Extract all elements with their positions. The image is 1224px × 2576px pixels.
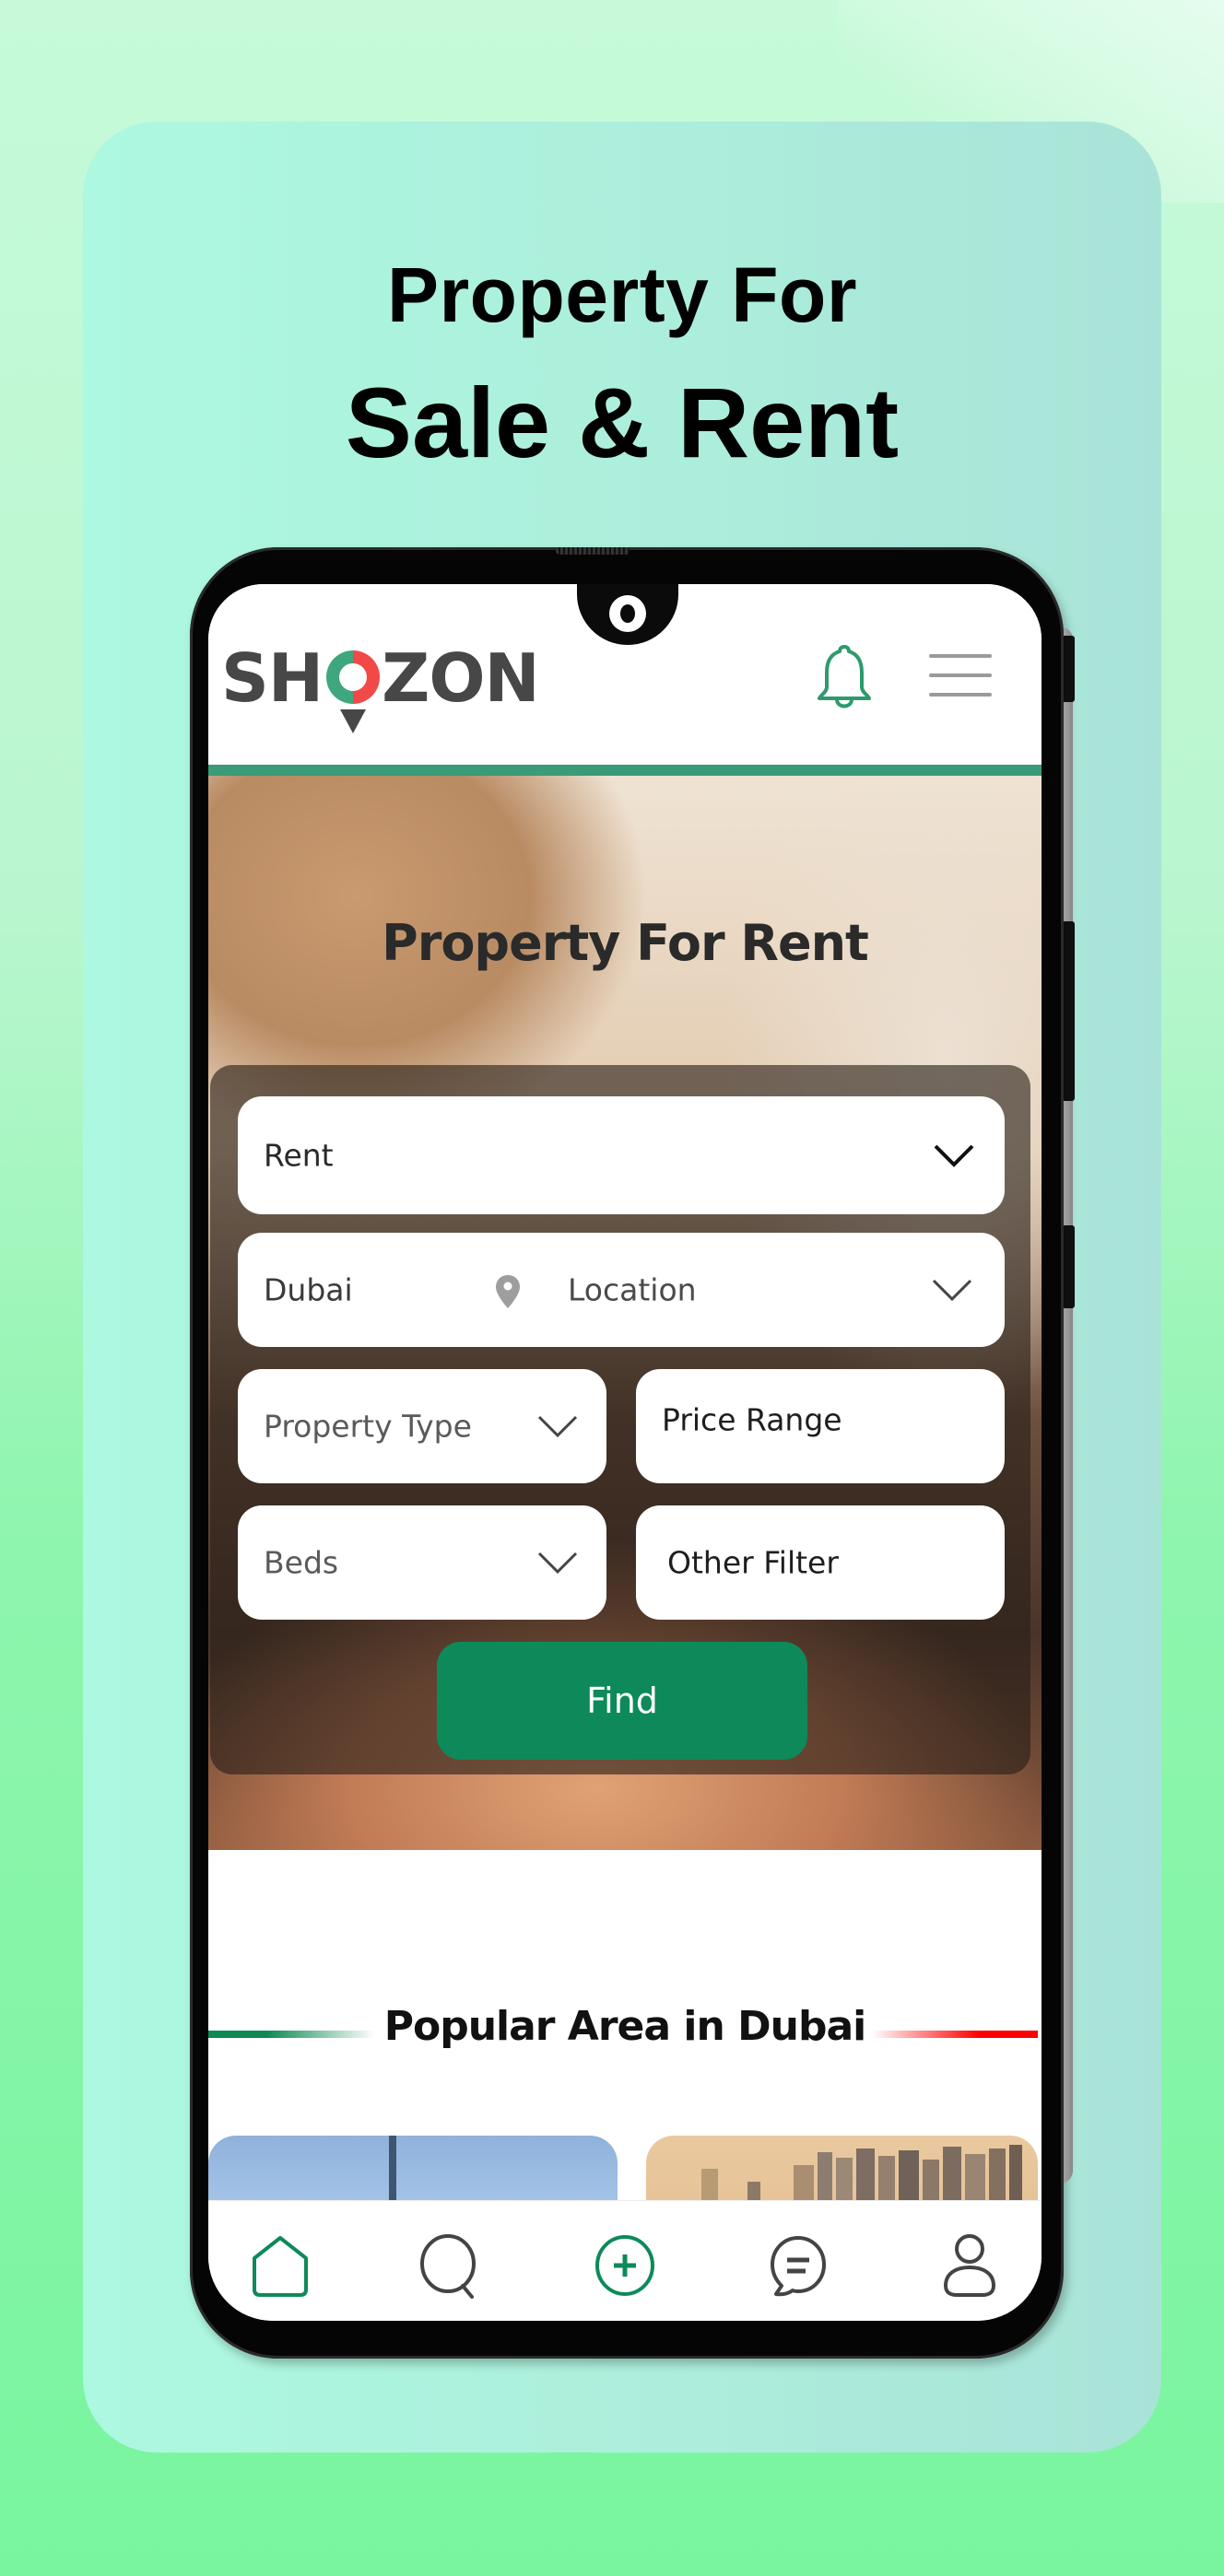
- skyline-image: [701, 2145, 1022, 2200]
- nav-profile[interactable]: [933, 2229, 1006, 2302]
- other-filter-button[interactable]: Other Filter: [636, 1505, 1005, 1620]
- shozon-logo[interactable]: SH ZON: [221, 639, 540, 733]
- phone-volume-button: [1062, 921, 1075, 1101]
- hero-banner: Property For Rent Rent Dubai Location Pr…: [208, 776, 1042, 1850]
- nav-messages[interactable]: [761, 2229, 835, 2302]
- chevron-down-icon: [537, 1551, 578, 1575]
- header-divider: [208, 765, 1042, 776]
- beds-select[interactable]: Beds: [238, 1505, 606, 1620]
- hamburger-menu-icon[interactable]: [929, 650, 994, 698]
- property-type-placeholder: Property Type: [264, 1408, 472, 1445]
- front-camera: [609, 595, 646, 632]
- logo-text-prefix: SH: [221, 639, 324, 717]
- logo-text-suffix: ZON: [382, 639, 540, 717]
- area-card-skyline[interactable]: [646, 2136, 1038, 2200]
- user-icon: [943, 2234, 996, 2297]
- promo-headline-line2: Sale & Rent: [345, 367, 900, 478]
- search-icon: [420, 2234, 476, 2299]
- location-pin-logo-icon: [324, 641, 381, 733]
- other-filter-label: Other Filter: [667, 1544, 839, 1581]
- add-circle-icon: [595, 2235, 654, 2296]
- search-panel: Rent Dubai Location Property Type Price …: [210, 1065, 1030, 1774]
- area-card-burj-khalifa[interactable]: [208, 2136, 618, 2200]
- location-placeholder: Location: [568, 1271, 697, 1308]
- phone-power-button: [1062, 1225, 1075, 1308]
- purpose-value: Rent: [264, 1137, 334, 1174]
- purpose-select[interactable]: Rent: [238, 1096, 1005, 1214]
- beds-placeholder: Beds: [264, 1544, 339, 1581]
- section-divider-right: [872, 2031, 1038, 2038]
- nav-home[interactable]: [243, 2229, 317, 2302]
- home-icon: [253, 2236, 308, 2297]
- price-range-placeholder: Price Range: [662, 1401, 842, 1438]
- bell-icon[interactable]: [812, 641, 877, 715]
- location-select[interactable]: Dubai Location: [238, 1233, 1005, 1347]
- chevron-down-icon: [537, 1415, 578, 1438]
- city-value: Dubai: [264, 1271, 353, 1308]
- find-button[interactable]: Find: [437, 1642, 807, 1760]
- map-pin-icon: [496, 1275, 520, 1308]
- chat-icon: [771, 2236, 826, 2297]
- hero-title: Property For Rent: [382, 914, 869, 972]
- popular-area-title: Popular Area in Dubai: [383, 2003, 867, 2050]
- chevron-down-icon: [934, 1144, 974, 1167]
- property-type-select[interactable]: Property Type: [238, 1369, 606, 1483]
- nav-add[interactable]: [588, 2229, 662, 2302]
- promo-headline-line1: Property For: [386, 252, 858, 338]
- price-range-input[interactable]: Price Range: [636, 1369, 1005, 1483]
- phone-speaker: [556, 547, 630, 555]
- bottom-navigation: [208, 2200, 1042, 2321]
- phone-side-button: [1062, 636, 1075, 702]
- nav-search[interactable]: [413, 2229, 487, 2302]
- phone-screen: SH ZON Property For Rent Rent Dubai Loca…: [208, 584, 1042, 2321]
- chevron-down-icon: [932, 1279, 972, 1302]
